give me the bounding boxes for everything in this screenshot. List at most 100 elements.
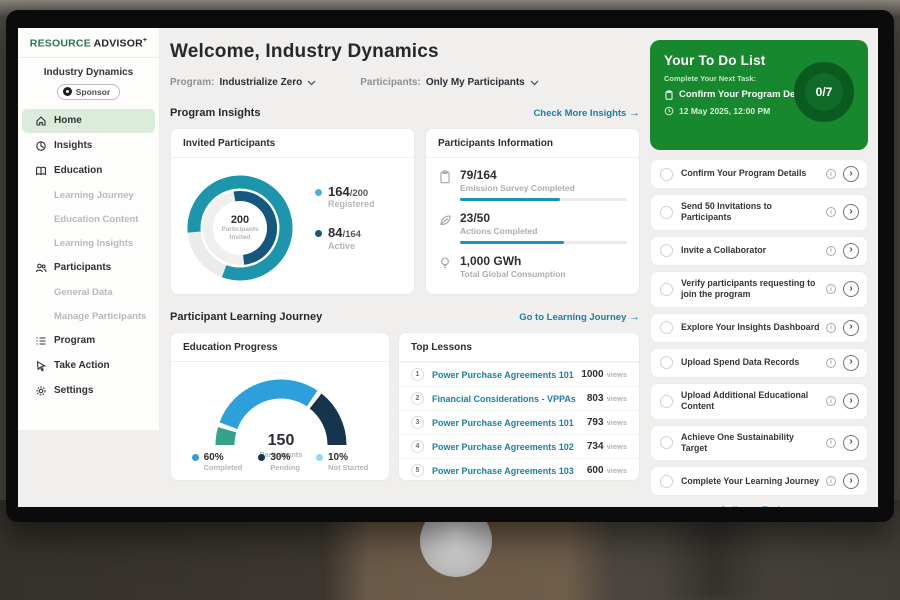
- sidebar-item-take-action[interactable]: Take Action: [22, 354, 155, 378]
- donut-center-label: Participants Invited: [214, 226, 266, 243]
- lesson-views: 734: [587, 441, 604, 452]
- lesson-link[interactable]: Power Purchase Agreements 101: [432, 370, 581, 380]
- chevron-right-icon[interactable]: ›: [843, 393, 859, 409]
- task-checkbox[interactable]: [660, 244, 673, 257]
- info-icon[interactable]: i: [826, 207, 836, 217]
- chevron-right-icon[interactable]: ›: [843, 355, 859, 371]
- task-confirm-program-details[interactable]: Confirm Your Program Details i ›: [650, 159, 868, 189]
- metric-emission-survey: 79/164 Emission Survey Completed: [426, 158, 639, 201]
- sidebar-item-label: Participants: [54, 262, 111, 273]
- sidebar-item-learning-insights[interactable]: Learning Insights: [22, 232, 155, 255]
- metric-global-consumption: 1,000 GWh Total Global Consumption: [426, 244, 639, 279]
- chevron-right-icon[interactable]: ›: [843, 473, 859, 489]
- metric-value: 1,000 GWh: [460, 254, 627, 268]
- sidebar-item-general-data[interactable]: General Data: [22, 281, 155, 304]
- page-title: Welcome, Industry Dynamics: [170, 41, 439, 63]
- chevron-right-icon[interactable]: ›: [843, 166, 859, 182]
- participants-filter-dropdown[interactable]: Participants: Only My Participants: [360, 77, 539, 88]
- card-title: Invited Participants: [171, 129, 414, 158]
- sponsor-badge-icon: [63, 87, 72, 96]
- chevron-right-icon[interactable]: ›: [843, 281, 859, 297]
- task-send-invitations[interactable]: Send 50 Invitations to Participants i ›: [650, 194, 868, 231]
- chevron-right-icon[interactable]: ›: [843, 435, 859, 451]
- task-achieve-sustainability-target[interactable]: Achieve One Sustainability Target i ›: [650, 425, 868, 462]
- lesson-link[interactable]: Power Purchase Agreements 101: [432, 418, 587, 428]
- task-explore-insights[interactable]: Explore Your Insights Dashboard i ›: [650, 313, 868, 343]
- info-icon[interactable]: i: [826, 396, 836, 406]
- chevron-down-icon: [530, 80, 539, 86]
- task-checkbox[interactable]: [660, 283, 673, 296]
- program-filter-dropdown[interactable]: Program: Industrialize Zero: [170, 77, 316, 88]
- lesson-views: 600: [587, 465, 604, 476]
- brand-primary: RESOURCE: [30, 38, 91, 50]
- legend-dot: [316, 454, 323, 461]
- sidebar-item-education[interactable]: Education: [22, 159, 155, 183]
- lesson-link[interactable]: Power Purchase Agreements 102: [432, 442, 587, 452]
- donut-legend: 164/200 Registered 84/164 Active: [315, 185, 375, 268]
- sidebar-item-label: Settings: [54, 385, 93, 396]
- task-checkbox[interactable]: [660, 436, 673, 449]
- info-icon[interactable]: i: [826, 284, 836, 294]
- clipboard-icon: [438, 170, 452, 184]
- collapse-tasks-link[interactable]: Collapse Tasks ∧: [650, 505, 868, 507]
- task-checkbox[interactable]: [660, 475, 673, 488]
- brand-plus: +: [143, 37, 147, 44]
- sidebar-item-home[interactable]: Home: [22, 109, 155, 133]
- lesson-link[interactable]: Financial Considerations - VPPAs: [432, 394, 587, 404]
- task-checkbox[interactable]: [660, 168, 673, 181]
- chevron-right-icon[interactable]: ›: [843, 320, 859, 336]
- donut-center-value: 200: [231, 214, 249, 226]
- info-icon[interactable]: i: [826, 476, 836, 486]
- insights-icon: [35, 140, 47, 152]
- info-icon[interactable]: i: [826, 438, 836, 448]
- sidebar-item-participants[interactable]: Participants: [22, 256, 155, 280]
- sidebar-item-program[interactable]: Program: [22, 329, 155, 353]
- metric-label: Emission Survey Completed: [460, 183, 627, 193]
- program-filter-value: Industrialize Zero: [219, 77, 302, 88]
- sidebar: RESOURCE ADVISOR+ Industry Dynamics Spon…: [18, 28, 160, 430]
- sidebar-item-education-content[interactable]: Education Content: [22, 208, 155, 231]
- sidebar-item-settings[interactable]: Settings: [22, 379, 155, 403]
- task-complete-learning-journey[interactable]: Complete Your Learning Journey i ›: [650, 466, 868, 496]
- task-upload-educational-content[interactable]: Upload Additional Educational Content i …: [650, 383, 868, 420]
- task-verify-participants[interactable]: Verify participants requesting to join t…: [650, 271, 868, 308]
- legend-dot: [315, 230, 322, 237]
- clock-icon: [664, 106, 674, 116]
- info-icon[interactable]: i: [826, 246, 836, 256]
- lesson-views: 793: [587, 417, 604, 428]
- filter-bar: Program: Industrialize Zero Participants…: [170, 77, 539, 88]
- todo-due-date: 12 May 2025, 12:00 PM: [679, 106, 770, 116]
- legend-item-active: 84/164 Active: [315, 226, 375, 250]
- chevron-down-icon: [307, 80, 316, 86]
- lesson-link[interactable]: Power Purchase Agreements 103: [432, 466, 587, 476]
- info-icon[interactable]: i: [826, 169, 836, 179]
- cursor-action-icon: [35, 360, 47, 372]
- info-icon[interactable]: i: [826, 323, 836, 333]
- home-icon: [35, 115, 47, 127]
- sidebar-item-insights[interactable]: Insights: [22, 134, 155, 158]
- todo-panel: Your To Do List Complete Your Next Task:…: [650, 40, 868, 507]
- progress-bar: [460, 198, 627, 201]
- sidebar-item-learning-journey[interactable]: Learning Journey: [22, 184, 155, 207]
- info-icon[interactable]: i: [826, 358, 836, 368]
- lesson-rank: 4: [411, 440, 424, 453]
- task-upload-spend-data[interactable]: Upload Spend Data Records i ›: [650, 348, 868, 378]
- task-checkbox[interactable]: [660, 395, 673, 408]
- education-progress-gauge-chart: 150 Participants: [196, 365, 366, 453]
- legend-item-completed: 60%Completed: [192, 452, 243, 473]
- sidebar-item-manage-participants[interactable]: Manage Participants: [22, 305, 155, 328]
- legend-item-pending: 30%Pending: [258, 452, 300, 473]
- sidebar-item-label: Education Content: [54, 214, 138, 225]
- chevron-right-icon[interactable]: ›: [843, 243, 859, 259]
- legend-dot: [258, 454, 265, 461]
- sponsor-badge-label: Sponsor: [76, 87, 110, 97]
- chevron-up-icon: ∧: [791, 505, 799, 507]
- task-checkbox[interactable]: [660, 356, 673, 369]
- gauge-legend: 60%Completed 30%Pending 10%Not Started: [171, 452, 389, 473]
- task-checkbox[interactable]: [660, 206, 673, 219]
- task-invite-collaborator[interactable]: Invite a Collaborator i ›: [650, 236, 868, 266]
- chevron-right-icon[interactable]: ›: [843, 204, 859, 220]
- check-more-insights-link[interactable]: Check More Insights →: [533, 107, 640, 119]
- go-to-learning-journey-link[interactable]: Go to Learning Journey →: [519, 311, 640, 323]
- task-checkbox[interactable]: [660, 321, 673, 334]
